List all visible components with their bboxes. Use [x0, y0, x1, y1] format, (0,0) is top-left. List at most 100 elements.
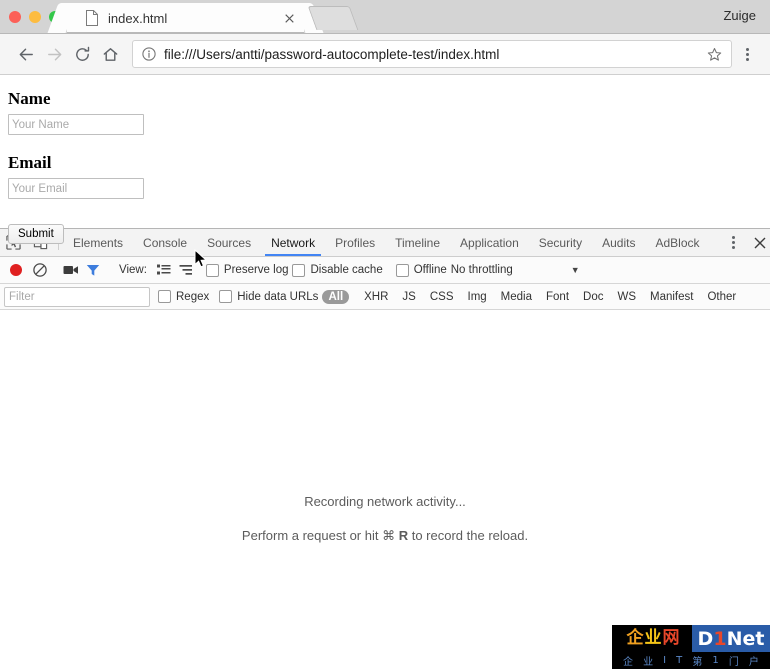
filter-type-js[interactable]: JS	[396, 290, 421, 304]
network-filter-bar: Regex Hide data URLs All XHR JS CSS Img …	[0, 284, 770, 310]
watermark-char-2: 业	[644, 628, 662, 648]
offline-label: Offline	[413, 264, 447, 276]
devtools-tab-elements[interactable]: Elements	[63, 229, 133, 256]
devtools-tab-timeline[interactable]: Timeline	[385, 229, 450, 256]
back-arrow-icon[interactable]	[12, 40, 40, 68]
clear-no-entry-icon[interactable]	[29, 263, 51, 277]
new-tab-button[interactable]	[307, 6, 359, 30]
devtools-tab-sources[interactable]: Sources	[197, 229, 261, 256]
disable-cache-label: Disable cache	[310, 264, 383, 276]
filter-type-doc[interactable]: Doc	[577, 290, 609, 304]
tagline-char-1: 企	[623, 657, 634, 668]
browser-titlebar: index.html Zuige	[0, 0, 770, 34]
document-icon	[86, 10, 98, 26]
devtools-tab-security[interactable]: Security	[529, 229, 592, 256]
hint-prefix: Perform a request or hit	[241, 528, 383, 543]
filter-input[interactable]	[4, 286, 150, 307]
filter-type-css[interactable]: CSS	[424, 290, 460, 304]
checkbox-box[interactable]	[205, 263, 219, 277]
checkbox-box[interactable]	[158, 290, 171, 303]
window-close-button[interactable]	[9, 11, 21, 23]
view-label: View:	[119, 264, 147, 276]
checkbox-box[interactable]	[292, 263, 306, 277]
r-key-label: R	[398, 528, 409, 543]
filter-type-manifest[interactable]: Manifest	[644, 290, 699, 304]
filter-type-xhr[interactable]: XHR	[358, 290, 394, 304]
checkbox-box[interactable]	[395, 263, 409, 277]
hide-data-urls-checkbox[interactable]: Hide data URLs	[219, 290, 318, 303]
filter-type-img[interactable]: Img	[462, 290, 493, 304]
reload-icon[interactable]	[68, 40, 96, 68]
filter-type-ws[interactable]: WS	[611, 290, 642, 304]
devtools-tab-console[interactable]: Console	[133, 229, 197, 256]
close-icon[interactable]	[280, 9, 298, 27]
devtools-tab-network[interactable]: Network	[261, 229, 325, 256]
tagline-char-8: 户	[748, 657, 759, 668]
record-circle-icon[interactable]	[10, 264, 22, 276]
address-bar[interactable]: file:///Users/antti/password-autocomplet…	[132, 40, 732, 68]
email-field-label: Email	[8, 153, 52, 172]
disable-cache-checkbox[interactable]: Disable cache	[292, 263, 383, 277]
info-circle-icon[interactable]	[141, 47, 156, 62]
forward-arrow-icon[interactable]	[40, 40, 68, 68]
name-input[interactable]	[8, 114, 144, 135]
watermark-brand-d: D	[697, 627, 714, 650]
throttling-value: No throttling	[450, 264, 513, 276]
network-toolbar: View: Preserve log Disable cache Offline…	[0, 257, 770, 284]
waterfall-view-icon[interactable]	[175, 264, 197, 276]
regex-checkbox[interactable]: Regex	[158, 290, 209, 303]
filter-type-other[interactable]: Other	[701, 290, 742, 304]
hint-suffix: to record the reload.	[408, 528, 529, 543]
funnel-icon[interactable]	[82, 264, 104, 277]
home-icon[interactable]	[96, 40, 124, 68]
devtools-tabbar: Elements Console Sources Network Profile…	[0, 229, 770, 257]
tagline-char-4: T	[676, 655, 683, 666]
list-view-icon[interactable]	[153, 264, 175, 276]
tagline-char-6: 1	[712, 655, 719, 666]
star-icon[interactable]	[705, 47, 723, 62]
tab-title: index.html	[108, 10, 168, 26]
profile-name-label[interactable]: Zuige	[723, 8, 756, 23]
submit-button[interactable]: Submit	[8, 224, 64, 244]
watermark-brand-1: 1	[713, 627, 727, 650]
preserve-log-checkbox[interactable]: Preserve log	[205, 263, 289, 277]
watermark-d1net-brand: D 1 Net	[692, 625, 770, 652]
hide-data-urls-label: Hide data URLs	[237, 290, 319, 303]
address-bar-url: file:///Users/antti/password-autocomplet…	[164, 46, 500, 62]
window-minimize-button[interactable]	[29, 11, 41, 23]
preserve-log-label: Preserve log	[223, 264, 289, 276]
tagline-char-7: 门	[728, 657, 739, 668]
email-input[interactable]	[8, 178, 144, 199]
tab-strip: index.html	[47, 0, 359, 33]
tagline-char-5: 第	[692, 657, 703, 668]
watermark-tagline: 企 业 I T 第 1 门 户	[612, 652, 770, 669]
regex-label: Regex	[176, 290, 210, 303]
watermark-logo: 企 业 网 D 1 Net 企 业 I T 第 1 门 户	[612, 625, 770, 669]
devtools-tab-profiles[interactable]: Profiles	[325, 229, 385, 256]
network-empty-state: Recording network activity... Perform a …	[0, 494, 770, 544]
command-key-icon: ⌘	[382, 528, 396, 543]
devtools-tab-application[interactable]: Application	[450, 229, 529, 256]
camera-icon[interactable]	[60, 264, 82, 276]
filter-type-list: XHR JS CSS Img Media Font Doc WS Manifes…	[358, 290, 742, 304]
network-requests-area: Recording network activity... Perform a …	[0, 310, 770, 669]
throttling-dropdown[interactable]: No throttling ▼	[451, 264, 580, 276]
checkbox-box[interactable]	[219, 290, 233, 303]
filter-type-font[interactable]: Font	[540, 290, 575, 304]
chevron-down-icon[interactable]: ▼	[571, 265, 580, 275]
watermark-char-1: 企	[626, 628, 644, 648]
tagline-char-2: 业	[643, 657, 654, 668]
devtools-tab-adblock[interactable]: AdBlock	[645, 229, 709, 256]
name-field-label: Name	[8, 89, 51, 108]
filter-type-all[interactable]: All	[322, 289, 350, 304]
kebab-menu-icon[interactable]	[736, 40, 758, 68]
filter-type-media[interactable]: Media	[495, 290, 538, 304]
recording-status-text: Recording network activity...	[304, 494, 466, 509]
browser-tab-index-html[interactable]: index.html	[47, 3, 324, 33]
offline-checkbox[interactable]: Offline	[395, 263, 447, 277]
watermark-chinese-brand: 企 业 网	[612, 625, 692, 652]
devtools-tab-audits[interactable]: Audits	[592, 229, 645, 256]
tab-left-edge	[47, 3, 77, 33]
page-content: Name Email Submit	[0, 75, 770, 268]
browser-toolbar: file:///Users/antti/password-autocomplet…	[0, 34, 770, 75]
